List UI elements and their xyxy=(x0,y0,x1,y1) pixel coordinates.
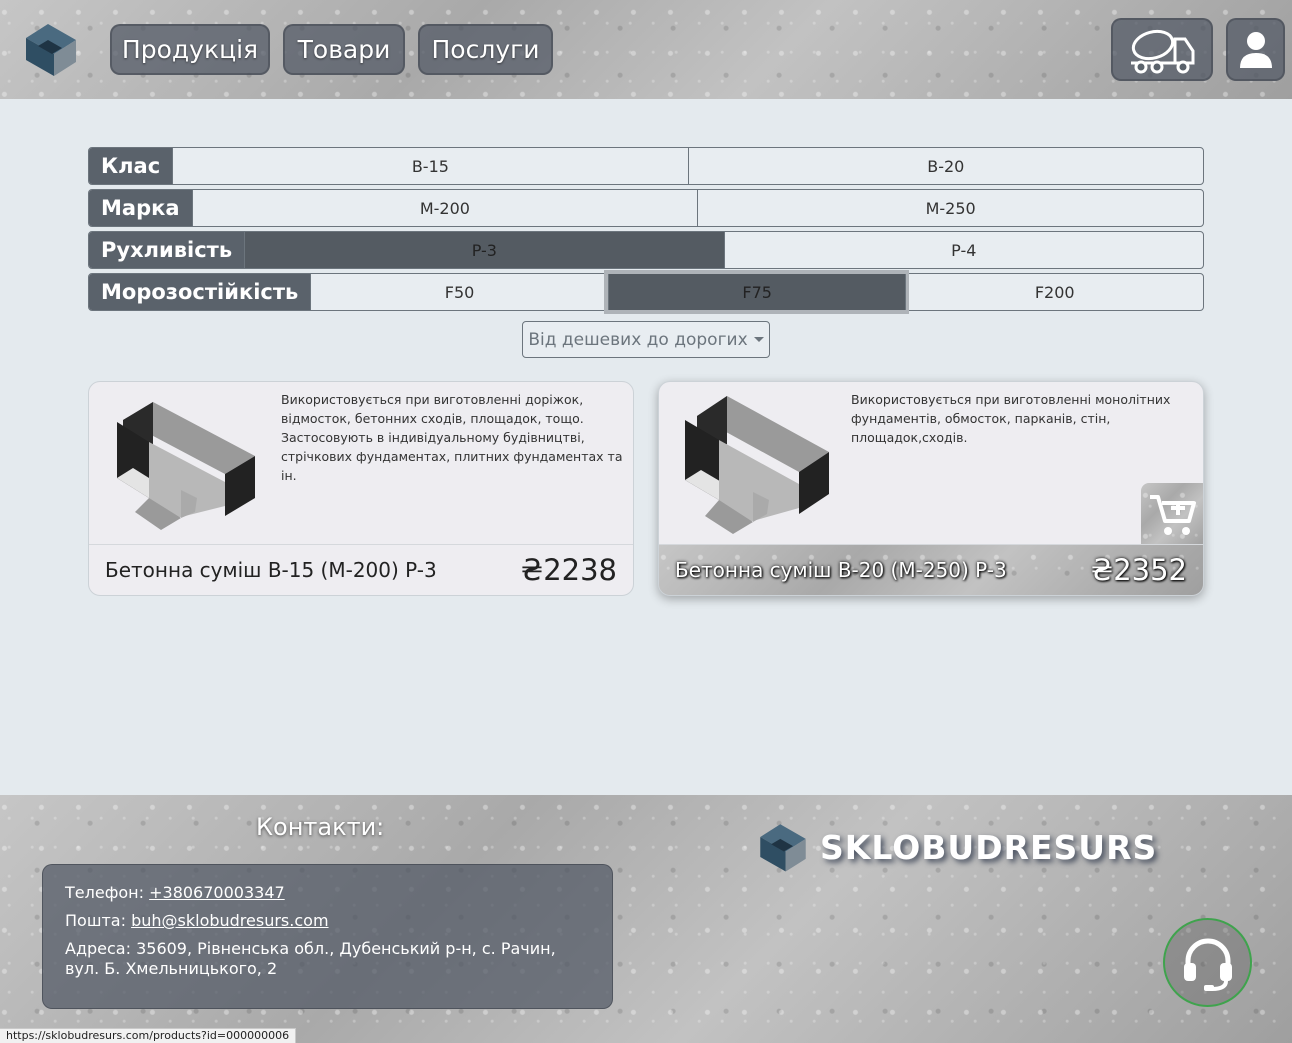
product-image xyxy=(117,402,255,530)
cart-plus-icon xyxy=(1150,495,1196,535)
add-to-cart-button[interactable] xyxy=(1141,483,1203,547)
product-card[interactable]: Використовується при виготовленні доріжо… xyxy=(88,381,634,596)
email-label: Пошта: xyxy=(65,911,126,930)
company-logo-icon[interactable] xyxy=(18,16,84,82)
contact-phone-line: Телефон: +380670003347 xyxy=(65,883,590,903)
user-account-button[interactable] xyxy=(1226,18,1285,81)
filter-option-p3[interactable]: P-3 xyxy=(244,232,724,268)
filter-grade-label: Марка xyxy=(89,190,192,226)
contacts-title: Контакти: xyxy=(256,813,385,841)
filter-frost-label: Морозостійкість xyxy=(89,274,311,310)
filter-grade-row: Марка M-200 M-250 xyxy=(88,189,1204,227)
sort-dropdown[interactable]: Від дешевих до дорогих xyxy=(522,321,770,358)
filter-option-f200[interactable]: F200 xyxy=(905,274,1203,310)
filter-option-f50[interactable]: F50 xyxy=(310,274,608,310)
filter-mobility-row: Рухливість P-3 P-4 xyxy=(88,231,1204,269)
nav-products-button[interactable]: Продукція xyxy=(110,24,270,75)
filter-option-m250[interactable]: M-250 xyxy=(697,190,1203,226)
filter-option-m200[interactable]: M-200 xyxy=(191,190,698,226)
phone-label: Телефон: xyxy=(65,883,145,902)
brand-name: SKLOBUDRESURS xyxy=(820,827,1158,867)
headset-icon xyxy=(1183,938,1232,991)
product-name: Бетонна суміш B-15 (M-200) P-3 xyxy=(105,558,437,582)
site-header: Продукція Товари Послуги xyxy=(0,0,1292,99)
filter-option-b15[interactable]: B-15 xyxy=(172,148,687,184)
order-truck-button[interactable] xyxy=(1111,18,1213,81)
sort-dropdown-label: Від дешевих до дорогих xyxy=(528,329,748,350)
product-image xyxy=(685,396,829,534)
product-description: Використовується при виготовленні монолі… xyxy=(851,392,1171,445)
chevron-down-icon xyxy=(753,337,764,342)
product-description: Використовується при виготовленні доріжо… xyxy=(281,392,623,483)
product-price: ₴2352 xyxy=(1090,553,1187,587)
product-footer: Бетонна суміш B-20 (M-250) P-3 ₴2352 xyxy=(659,544,1203,595)
contact-address: Адреса: 35609, Рівненська обл., Дубенськ… xyxy=(65,939,556,978)
filter-class-label: Клас xyxy=(89,148,173,184)
concrete-mixer-truck-icon xyxy=(1131,29,1195,73)
site-footer: Контакти: Телефон: +380670003347 Пошта: … xyxy=(0,795,1292,1043)
product-price: ₴2238 xyxy=(520,553,617,587)
filter-option-b20[interactable]: B-20 xyxy=(687,148,1203,184)
product-name: Бетонна суміш B-20 (M-250) P-3 xyxy=(675,558,1007,582)
user-icon xyxy=(1239,31,1272,68)
nav-goods-button[interactable]: Товари xyxy=(283,24,405,75)
browser-status-url: https://sklobudresurs.com/products?id=00… xyxy=(0,1028,297,1043)
email-link[interactable]: buh@sklobudresurs.com xyxy=(131,911,328,930)
filter-option-f75[interactable]: F75 xyxy=(607,274,906,310)
filter-mobility-label: Рухливість xyxy=(89,232,245,268)
phone-link[interactable]: +380670003347 xyxy=(149,883,285,902)
contacts-box: Телефон: +380670003347 Пошта: buh@sklobu… xyxy=(42,864,613,1009)
footer-brand[interactable]: SKLOBUDRESURS xyxy=(752,817,1157,877)
filter-option-p4[interactable]: P-4 xyxy=(723,232,1203,268)
contact-email-line: Пошта: buh@sklobudresurs.com xyxy=(65,911,590,931)
company-logo-icon xyxy=(760,824,806,872)
filter-frost-row: Морозостійкість F50 F75 F200 xyxy=(88,273,1204,311)
product-footer: Бетонна суміш B-15 (M-200) P-3 ₴2238 xyxy=(89,544,633,595)
product-card[interactable]: Використовується при виготовленні монолі… xyxy=(658,381,1204,596)
support-chat-button[interactable] xyxy=(1163,918,1252,1007)
filter-class-row: Клас B-15 B-20 xyxy=(88,147,1204,185)
nav-services-button[interactable]: Послуги xyxy=(418,24,553,75)
